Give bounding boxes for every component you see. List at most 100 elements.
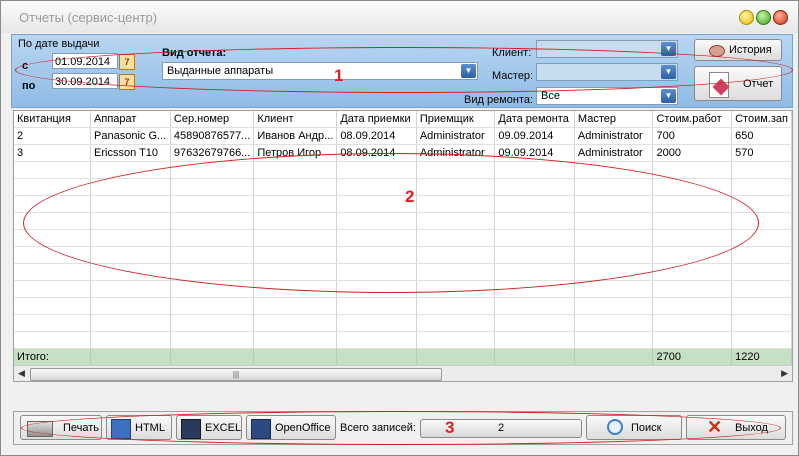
- table-cell[interactable]: Петров Игор: [253, 144, 338, 162]
- column-header[interactable]: Аппарат: [90, 111, 171, 128]
- empty-cell: [652, 178, 733, 196]
- table-cell[interactable]: Ericsson T10: [90, 144, 171, 162]
- empty-cell: [416, 229, 496, 247]
- table-cell[interactable]: 3: [14, 144, 92, 162]
- column-header[interactable]: Стоим.зап: [731, 111, 792, 128]
- table-cell[interactable]: 650: [731, 127, 792, 145]
- empty-cell: [731, 280, 792, 298]
- report-window: Отчеты (сервис-центр) По дате выдачи с п…: [0, 0, 799, 456]
- minimize-button[interactable]: [739, 10, 754, 25]
- empty-cell: [652, 314, 733, 332]
- table-cell[interactable]: 09.09.2014: [494, 127, 575, 145]
- scroll-left-icon[interactable]: ◀: [18, 368, 25, 379]
- table-cell[interactable]: 700: [652, 127, 733, 145]
- search-label: Поиск: [631, 422, 662, 434]
- table-row[interactable]: 2 Panasonic G... 45890876577... Иванов Андр…: [14, 127, 792, 145]
- totals-cell: [574, 348, 654, 366]
- empty-cell: [494, 212, 575, 230]
- table-cell[interactable]: Иванов Андр...: [253, 127, 338, 145]
- excel-label: EXCEL: [205, 422, 242, 434]
- table-cell[interactable]: 2000: [652, 144, 733, 162]
- empty-cell: [574, 246, 654, 264]
- column-header[interactable]: Клиент: [253, 111, 338, 128]
- master-select[interactable]: ▼: [536, 63, 678, 81]
- html-label: HTML: [135, 422, 165, 434]
- chevron-down-icon[interactable]: ▼: [661, 89, 676, 103]
- excel-button[interactable]: EXCEL: [176, 415, 242, 440]
- search-button[interactable]: Поиск: [586, 415, 682, 440]
- column-header[interactable]: Стоим.работ: [652, 111, 733, 128]
- table-cell[interactable]: Administrator: [574, 127, 654, 145]
- table-cell[interactable]: Administrator: [574, 144, 654, 162]
- chevron-down-icon[interactable]: ▼: [661, 65, 676, 79]
- table-cell[interactable]: 570: [731, 144, 792, 162]
- search-icon: [607, 419, 623, 435]
- empty-cell: [170, 229, 255, 247]
- empty-cell: [494, 178, 575, 196]
- empty-cell: [336, 331, 417, 349]
- column-header[interactable]: Сер.номер: [170, 111, 255, 128]
- history-button[interactable]: История: [694, 39, 782, 61]
- filter-panel: По дате выдачи с по 01.09.2014 7 30.09.2…: [11, 34, 793, 108]
- repair-type-value: Все: [541, 90, 560, 102]
- empty-cell: [253, 314, 338, 332]
- report-button[interactable]: Отчет: [694, 66, 782, 101]
- column-header[interactable]: Квитанция: [14, 111, 92, 128]
- annotation-number-2: 2: [405, 187, 415, 206]
- table-cell[interactable]: Administrator: [416, 127, 496, 145]
- column-header[interactable]: Дата приемки: [336, 111, 417, 128]
- repair-type-select[interactable]: Все ▼: [536, 87, 678, 105]
- maximize-button[interactable]: [756, 10, 771, 25]
- empty-cell: [731, 314, 792, 332]
- close-button[interactable]: [773, 10, 788, 25]
- table-cell[interactable]: 08.09.2014: [336, 144, 417, 162]
- table-cell[interactable]: Panasonic G...: [90, 127, 171, 145]
- print-button[interactable]: Печать: [20, 415, 102, 440]
- report-type-value: Выданные аппараты: [167, 65, 274, 77]
- horizontal-scrollbar[interactable]: ◀ ||| ▶: [14, 365, 792, 381]
- empty-cell: [170, 246, 255, 264]
- chevron-down-icon[interactable]: ▼: [461, 64, 476, 78]
- empty-row: [14, 314, 792, 332]
- totals-cell: [494, 348, 575, 366]
- html-button[interactable]: HTML: [106, 415, 172, 440]
- empty-cell: [14, 246, 92, 264]
- excel-icon: [181, 419, 201, 439]
- empty-cell: [253, 331, 338, 349]
- table-cell[interactable]: 09.09.2014: [494, 144, 575, 162]
- column-header[interactable]: Дата ремонта: [494, 111, 575, 128]
- table-cell[interactable]: 45890876577...: [170, 127, 255, 145]
- table-cell[interactable]: 97632679766...: [170, 144, 255, 162]
- empty-cell: [574, 161, 654, 179]
- table-cell[interactable]: 08.09.2014: [336, 127, 417, 145]
- empty-cell: [652, 195, 733, 213]
- calendar-icon[interactable]: 7: [119, 54, 135, 70]
- scroll-thumb[interactable]: |||: [30, 368, 442, 381]
- report-type-select[interactable]: Выданные аппараты ▼: [162, 62, 478, 80]
- date-from-input[interactable]: 01.09.2014: [52, 53, 118, 69]
- table-cell[interactable]: Administrator: [416, 144, 496, 162]
- printer-icon: [27, 421, 53, 437]
- empty-cell: [14, 331, 92, 349]
- empty-row: [14, 297, 792, 315]
- calendar-icon[interactable]: 7: [119, 74, 135, 90]
- empty-cell: [494, 229, 575, 247]
- date-to-input[interactable]: 30.09.2014: [52, 73, 118, 89]
- client-select[interactable]: ▼: [536, 40, 678, 58]
- empty-row: [14, 178, 792, 196]
- empty-cell: [731, 331, 792, 349]
- empty-cell: [652, 331, 733, 349]
- column-header[interactable]: Приемщик: [416, 111, 496, 128]
- table-row[interactable]: 3 Ericsson T10 97632679766... Петров Игор 08…: [14, 144, 792, 162]
- table-cell[interactable]: 2: [14, 127, 92, 145]
- date-to-label: по: [22, 80, 36, 92]
- empty-cell: [14, 195, 92, 213]
- openoffice-button[interactable]: OpenOffice: [246, 415, 336, 440]
- empty-cell: [731, 178, 792, 196]
- by-date-label: По дате выдачи: [18, 38, 100, 50]
- scroll-right-icon[interactable]: ▶: [781, 368, 788, 379]
- exit-button[interactable]: ✕ Выход: [686, 415, 786, 440]
- report-grid[interactable]: Квитанция Аппарат Сер.номер Клиент Дата прие…: [13, 110, 793, 382]
- column-header[interactable]: Мастер: [574, 111, 654, 128]
- chevron-down-icon[interactable]: ▼: [661, 42, 676, 56]
